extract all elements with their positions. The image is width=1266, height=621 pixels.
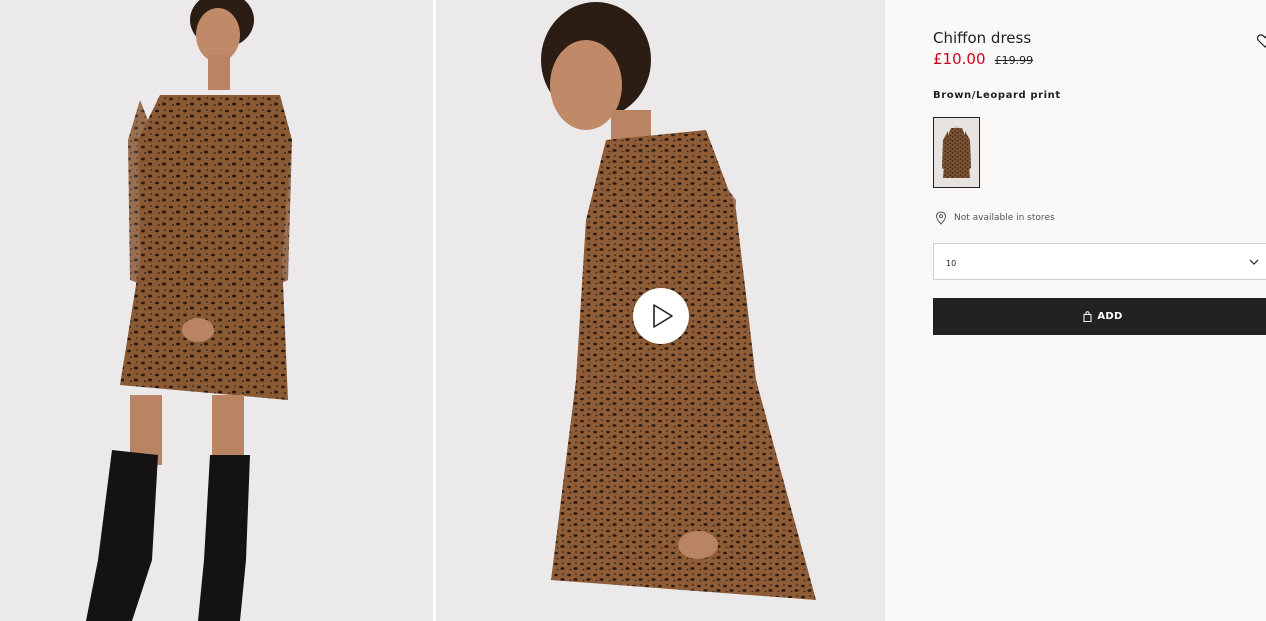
availability-text: Not available in stores — [954, 213, 1055, 223]
color-name: Brown/Leopard print — [933, 90, 1061, 101]
selected-size: 10 — [946, 259, 957, 268]
product-image-front[interactable] — [0, 0, 433, 621]
shopping-bag-icon — [1083, 311, 1092, 322]
color-swatch[interactable] — [933, 117, 980, 188]
add-to-bag-button[interactable]: ADD — [933, 298, 1266, 335]
chevron-down-icon — [1249, 259, 1259, 265]
product-gallery — [0, 0, 885, 621]
size-select[interactable]: 10 — [933, 243, 1266, 280]
swatch-thumbnail — [942, 126, 971, 178]
store-availability: Not available in stores — [935, 211, 1055, 225]
price-row: £10.00 £19.99 — [933, 49, 1033, 68]
product-details-panel: Chiffon dress £10.00 £19.99 Brown/Leopar… — [885, 0, 1266, 621]
original-price: £19.99 — [994, 54, 1034, 67]
sale-price: £10.00 — [933, 50, 986, 68]
add-button-label: ADD — [1097, 311, 1123, 322]
play-icon — [653, 304, 673, 328]
location-pin-icon — [935, 211, 947, 225]
play-video-button[interactable] — [633, 288, 689, 344]
heart-icon[interactable] — [1256, 32, 1266, 50]
model-photo-front — [86, 0, 292, 621]
product-title: Chiffon dress — [933, 29, 1032, 47]
